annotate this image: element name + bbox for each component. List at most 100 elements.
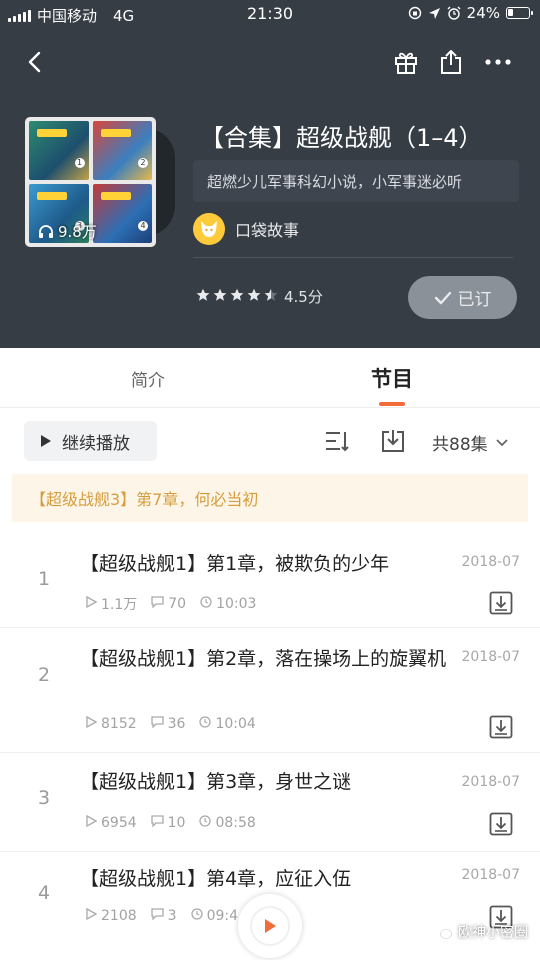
watermark-text: 欧神小密圈: [458, 925, 528, 941]
episode-number: 2: [38, 664, 51, 686]
mini-player-button[interactable]: [238, 894, 302, 958]
episode-comments: 10: [150, 815, 186, 831]
tab-intro[interactable]: 简介: [100, 348, 196, 408]
episode-meta: 2108 3 09:4: [86, 907, 238, 924]
episode-duration-value: 08:58: [215, 815, 256, 831]
episode-row[interactable]: 2 【超级战舰1】第2章，落在操场上的旋翼机 8152 36 10:04 2018-07: [0, 628, 540, 753]
episode-plays: 6954: [86, 814, 137, 831]
check-icon: [434, 291, 451, 304]
download-icon: [489, 812, 513, 836]
active-tab-indicator: [379, 402, 405, 406]
episode-plays-value: 6954: [101, 815, 137, 831]
star-icon: [213, 288, 227, 306]
batch-download-button[interactable]: [378, 426, 408, 456]
episode-plays-value: 8152: [101, 716, 137, 732]
clock-icon: [199, 716, 212, 732]
star-icon: [264, 288, 278, 306]
mini-player-ring: [250, 906, 290, 946]
author-avatar: [193, 213, 225, 245]
author-name: 口袋故事: [235, 221, 300, 240]
cover-tile-1: 1: [29, 121, 89, 180]
continue-play-label: 继续播放: [62, 433, 130, 454]
episode-comments-value: 10: [167, 815, 186, 831]
episode-comments: 3: [150, 908, 177, 924]
episode-plays: 2108: [86, 907, 137, 924]
album-header: 中国移动 4G 21:30 24% 1 2 3 4 9.8万 【合集】超级战舰（…: [0, 0, 540, 348]
episode-download-button[interactable]: [488, 811, 514, 837]
back-arrow-icon: [28, 51, 41, 73]
play-triangle-icon: [41, 435, 51, 447]
battery-percent: 24%: [466, 4, 500, 22]
more-dots-icon: [485, 59, 511, 65]
nav-bar: [0, 42, 540, 82]
album-title: 【合集】超级战舰（1–4）: [200, 124, 483, 152]
episode-date: 2018-07: [461, 867, 521, 883]
star-icon: [247, 288, 261, 306]
episode-plays-value: 1.1万: [101, 597, 138, 613]
back-button[interactable]: [16, 42, 52, 82]
episode-download-button[interactable]: [488, 714, 514, 740]
tab-programs[interactable]: 节目: [344, 348, 440, 408]
play-count-icon: [86, 907, 98, 924]
rating-value: 4.5分: [284, 288, 323, 306]
play-count-icon: [86, 595, 98, 612]
continue-play-button[interactable]: 继续播放: [24, 421, 157, 461]
rating-stars: [196, 288, 278, 306]
episode-duration-value: 10:04: [215, 716, 256, 732]
comment-icon: [151, 596, 164, 612]
share-button[interactable]: [433, 42, 469, 82]
last-played-banner[interactable]: 【超级战舰3】第7章，何必当初: [12, 474, 528, 522]
chevron-down-icon: [496, 438, 508, 446]
episode-title: 【超级战舰1】第2章，落在操场上的旋翼机: [80, 648, 447, 670]
location-icon: [428, 7, 440, 19]
orientation-lock-icon: [408, 6, 421, 20]
comment-icon: [150, 908, 164, 924]
more-button[interactable]: [480, 42, 516, 82]
episode-title: 【超级战舰1】第3章，身世之谜: [80, 771, 352, 793]
episode-date: 2018-07: [461, 649, 521, 665]
comment-icon: [150, 815, 164, 831]
episode-title: 【超级战舰1】第4章，应征入伍: [80, 868, 352, 890]
episode-comments: 36: [150, 716, 186, 732]
play-count-value: 9.8万: [58, 222, 97, 241]
gift-icon: [395, 52, 417, 74]
episode-duration-value: 10:03: [216, 596, 257, 612]
episode-row[interactable]: 3 【超级战舰1】第3章，身世之谜 6954 10 08:58 2018-07: [0, 753, 540, 852]
album-description: 超燃少儿军事科幻小说，小军事迷必听: [193, 160, 519, 202]
episode-download-button[interactable]: [488, 590, 514, 616]
episode-comments-value: 36: [167, 716, 186, 732]
play-count-icon: [86, 715, 98, 732]
star-icon: [196, 288, 210, 306]
gift-button[interactable]: [388, 42, 424, 82]
episode-meta: 8152 36 10:04: [86, 715, 256, 732]
author-row[interactable]: 口袋故事: [193, 213, 299, 245]
battery-level: [508, 9, 513, 16]
comment-icon: [150, 716, 164, 732]
episode-range-selector[interactable]: 共88集: [432, 430, 508, 455]
subscribed-label: 已订: [457, 290, 492, 310]
episode-duration: 09:4: [190, 908, 238, 924]
play-count-icon: [86, 814, 98, 831]
download-icon: [489, 591, 513, 615]
share-icon: [441, 50, 461, 74]
episode-number: 1: [38, 568, 51, 590]
episode-plays-value: 2108: [101, 908, 137, 924]
episode-duration: 10:04: [199, 716, 256, 732]
subscribed-button[interactable]: 已订: [408, 276, 517, 319]
header-divider: [193, 257, 513, 258]
sort-button[interactable]: [322, 426, 352, 456]
episode-row[interactable]: 1 【超级战舰1】第1章，被欺负的少年 1.1万 70 10:03 2018-07: [0, 530, 540, 628]
star-icon: [230, 288, 244, 306]
headphone-icon: [39, 224, 53, 238]
status-bar: 中国移动 4G 21:30 24%: [0, 0, 540, 28]
cover-tile-2: 2: [92, 121, 152, 180]
tab-bar: 简介 节目: [0, 348, 540, 408]
episode-number: 3: [38, 787, 51, 809]
battery-icon: [506, 7, 533, 19]
status-right: 24%: [408, 4, 533, 22]
download-icon: [489, 715, 513, 739]
clock-icon: [199, 815, 212, 831]
rating: 4.5分: [196, 286, 323, 307]
episode-meta: 1.1万 70 10:03: [86, 594, 256, 614]
episode-date: 2018-07: [461, 554, 521, 570]
